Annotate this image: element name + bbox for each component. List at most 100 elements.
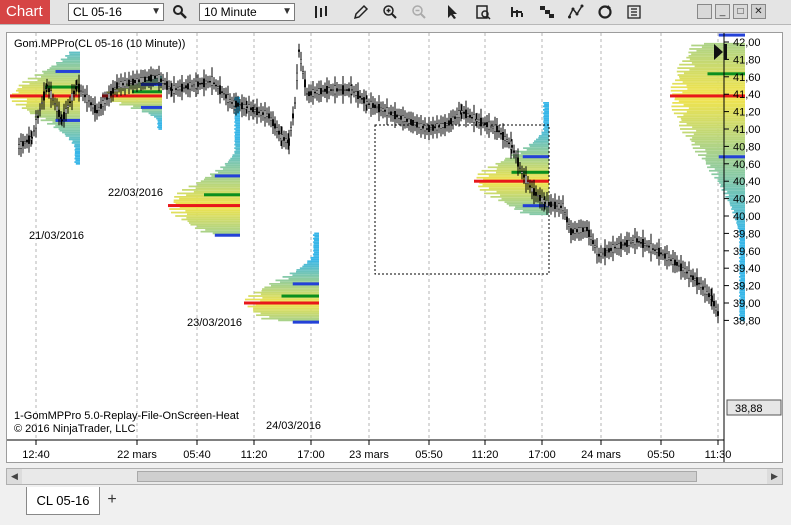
horizontal-scrollbar[interactable]: ◀ ▶ — [6, 468, 783, 485]
profile-row — [543, 114, 549, 116]
profile-row — [194, 227, 240, 230]
candle-body — [608, 248, 611, 253]
candle-body — [26, 139, 29, 143]
candle-body — [326, 86, 329, 94]
interval-selector[interactable]: 10 Minute ▼ — [199, 3, 295, 21]
profile-row — [496, 168, 549, 170]
profile-level — [45, 85, 80, 89]
chart-panel[interactable]: 42,00 41,80 41,60 41,40 41,20 41,00 40,80 40,60… — [6, 32, 783, 463]
candle-body — [432, 124, 435, 131]
zoom-out-icon[interactable] — [410, 3, 428, 21]
minimize-button[interactable]: _ — [715, 4, 730, 19]
candle-body — [700, 283, 703, 289]
candle-body — [688, 270, 691, 279]
candle-body — [304, 79, 307, 88]
add-tab-button[interactable]: + — [102, 490, 122, 510]
candle-body — [56, 105, 59, 112]
pointer-icon[interactable] — [443, 3, 461, 21]
candle-body — [438, 125, 441, 128]
reload-icon[interactable] — [596, 3, 614, 21]
strategies-icon[interactable] — [538, 3, 556, 21]
tab-cl-05-16[interactable]: CL 05-16 — [26, 487, 100, 515]
profile-row — [235, 122, 240, 125]
search-icon[interactable] — [171, 3, 189, 21]
candle-body — [717, 311, 720, 316]
candle-body — [302, 71, 305, 74]
candle-body — [396, 114, 399, 118]
profile-row — [56, 63, 80, 66]
candle-body — [539, 195, 542, 201]
candle-body — [463, 111, 466, 114]
maximize-button[interactable]: □ — [733, 4, 748, 19]
candle-body — [640, 242, 643, 244]
profile-row — [269, 316, 319, 318]
profile-row — [313, 234, 319, 237]
profile-row — [520, 211, 549, 214]
candle-body — [550, 201, 553, 208]
candle-body — [298, 49, 301, 52]
candle-body — [224, 94, 227, 99]
candle-body — [582, 227, 585, 232]
pencil-icon[interactable] — [352, 3, 370, 21]
candle-body — [492, 126, 495, 129]
candle-body — [508, 142, 511, 145]
zoom-in-icon[interactable] — [381, 3, 399, 21]
candle-body — [346, 89, 349, 91]
candle-body — [632, 240, 635, 243]
price-chart[interactable]: 42,00 41,80 41,60 41,40 41,20 41,00 40,80 40,60… — [7, 33, 782, 462]
candle-body — [461, 110, 464, 113]
scroll-thumb[interactable] — [137, 471, 697, 482]
candle-body — [670, 259, 673, 261]
profile-row — [64, 133, 80, 136]
profile-row — [313, 255, 319, 257]
candle-body — [310, 91, 313, 96]
candle-body — [245, 106, 248, 109]
drawing-tools-icon[interactable] — [567, 3, 585, 21]
profile-row — [234, 128, 240, 130]
profile-row — [683, 103, 745, 106]
candle-body — [428, 125, 431, 133]
candle-body — [33, 130, 36, 132]
time-tick-label: 11:30 — [705, 449, 732, 461]
candle-body — [652, 248, 655, 250]
scroll-left-icon[interactable]: ◀ — [7, 469, 22, 484]
candle-body — [692, 275, 695, 280]
candle-body — [606, 250, 609, 253]
candle-body — [513, 150, 516, 153]
chart-header: Gom.MPPro(CL 05-16 (10 Minute)) — [14, 38, 185, 50]
candle-body — [588, 229, 591, 237]
profile-row — [193, 190, 240, 193]
indicators-icon[interactable] — [508, 3, 526, 21]
scroll-right-icon[interactable]: ▶ — [767, 469, 782, 484]
instrument-selector[interactable]: CL 05-16 ▼ — [68, 3, 164, 21]
profile-row — [541, 133, 549, 136]
profile-row — [232, 154, 240, 156]
profile-level — [292, 320, 319, 324]
candle-body — [348, 88, 351, 92]
bar-type-icon[interactable] — [312, 3, 330, 21]
profile-level — [214, 174, 240, 178]
candle-body — [434, 126, 437, 129]
candle-body — [678, 265, 681, 267]
candle-body — [398, 115, 401, 119]
candle-body — [159, 78, 162, 82]
candle-body — [531, 187, 534, 193]
restore-window-button[interactable] — [697, 4, 712, 19]
profile-row — [256, 314, 319, 317]
candle-body — [554, 201, 557, 209]
candle-body — [328, 87, 331, 93]
candle-body — [292, 113, 295, 119]
close-button[interactable]: ✕ — [751, 4, 766, 19]
profile-row — [543, 117, 549, 120]
candle-body — [715, 306, 718, 311]
profile-row — [275, 279, 319, 282]
profile-row — [71, 142, 80, 144]
candle-body — [198, 83, 201, 85]
properties-icon[interactable] — [625, 3, 643, 21]
profile-level — [204, 193, 240, 197]
data-box-icon[interactable] — [474, 3, 492, 21]
profile-row — [543, 115, 549, 118]
candle-body — [196, 81, 199, 87]
profile-row — [520, 152, 549, 155]
candle-body — [342, 85, 345, 95]
